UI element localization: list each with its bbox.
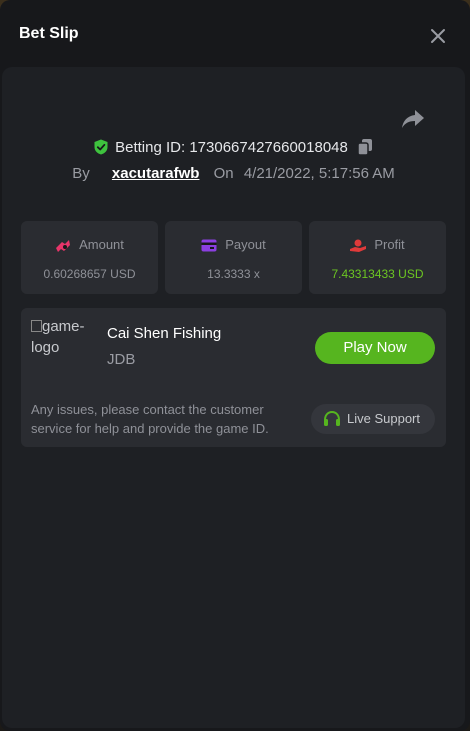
stat-amount: Amount 0.60268657 USD [21,221,158,294]
stat-payout-label: Payout [225,237,266,252]
play-now-button[interactable]: Play Now [315,332,435,364]
game-name: Cai Shen Fishing [107,325,222,342]
username-link[interactable]: xacutarafwb [112,165,200,182]
bet-stats: Amount 0.60268657 USD Payout 13.3333 x P… [21,221,446,294]
game-provider: JDB [107,351,136,368]
share-icon[interactable] [401,108,425,130]
bet-slip-modal: Bet Slip Betting ID: 1730667427660018048… [0,0,470,731]
modal-body: Betting ID: 1730667427660018048 By xacut… [2,67,465,728]
live-support-button[interactable]: Live Support [311,404,435,434]
bet-meta-row: By xacutarafwb On 4/21/2022, 5:17:56 AM [2,165,465,182]
money-icon [56,239,71,252]
game-logo: game-logo [31,316,91,376]
close-icon[interactable] [428,26,448,46]
on-label: On [213,165,234,182]
stat-profit-value: 7.43313433 USD [331,267,424,281]
copy-icon[interactable] [356,138,374,156]
live-support-label: Live Support [347,411,420,426]
support-notice: Any issues, please contact the customer … [31,402,269,436]
modal-title: Bet Slip [19,25,79,42]
broken-image-icon [31,320,42,332]
headset-icon [324,410,340,426]
betting-id-label: Betting ID: [115,138,186,156]
hand-coin-icon [350,239,367,252]
betting-id-value: 1730667427660018048 [189,138,348,156]
betting-id-row: Betting ID: 1730667427660018048 [2,138,465,156]
by-label: By [72,165,90,182]
card-icon [201,239,217,252]
stat-amount-value: 0.60268657 USD [43,267,136,281]
modal-header: Bet Slip [0,0,470,68]
stat-profit: Profit 7.43313433 USD [309,221,446,294]
game-card: game-logo Cai Shen Fishing JDB Play Now … [21,308,446,447]
stat-amount-label: Amount [79,237,124,252]
stat-payout-value: 13.3333 x [207,267,260,281]
stat-payout: Payout 13.3333 x [165,221,302,294]
bet-datetime: 4/21/2022, 5:17:56 AM [243,165,395,182]
shield-check-icon [94,139,108,155]
stat-profit-label: Profit [374,237,405,252]
